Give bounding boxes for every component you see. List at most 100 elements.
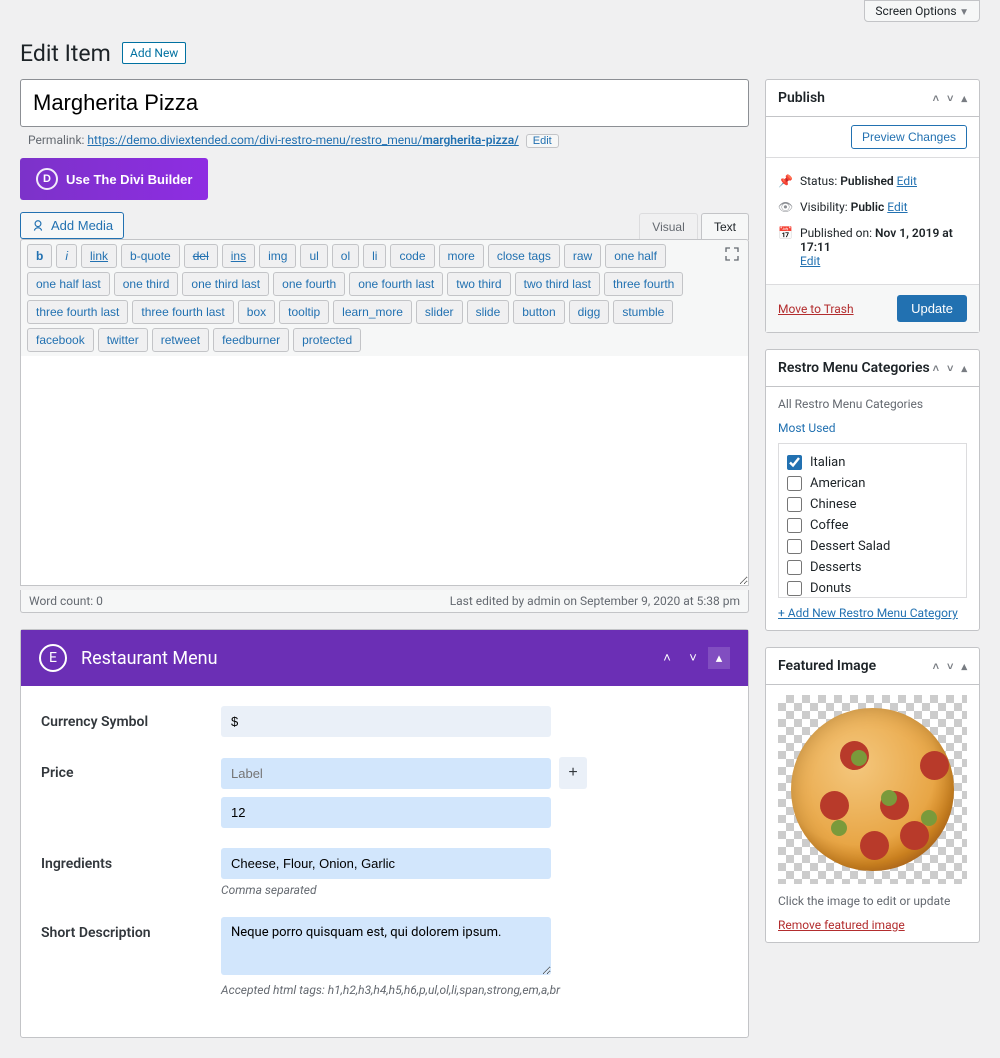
quicktag-ul[interactable]: ul (300, 244, 327, 268)
quicktag-one-fourth[interactable]: one fourth (273, 272, 345, 296)
content-editor[interactable] (20, 356, 749, 586)
chevron-up-icon[interactable]: ˄ (656, 647, 678, 669)
quicktag-twitter[interactable]: twitter (98, 328, 148, 352)
quicktag-more[interactable]: more (439, 244, 484, 268)
move-up-icon[interactable]: ˄ (933, 660, 939, 673)
add-media-button[interactable]: Add Media (20, 212, 124, 239)
category-item[interactable]: Desserts (787, 557, 958, 578)
quicktag-three-fourth-last[interactable]: three fourth last (27, 300, 128, 324)
post-title-input[interactable] (20, 79, 749, 127)
toggle-icon[interactable]: ▴ (961, 92, 967, 105)
quicktag-slider[interactable]: slider (416, 300, 463, 324)
page-title: Edit Item (20, 40, 111, 67)
quicktag-i[interactable]: i (56, 244, 77, 268)
ingredients-input[interactable] (221, 848, 551, 879)
media-icon (31, 219, 45, 233)
most-used-tab[interactable]: Most Used (778, 421, 836, 435)
quicktag-protected[interactable]: protected (293, 328, 361, 352)
quicktag-three-fourth-last[interactable]: three fourth last (132, 300, 233, 324)
ingredients-hint: Comma separated (221, 883, 728, 897)
quicktag-tooltip[interactable]: tooltip (279, 300, 329, 324)
toggle-icon[interactable]: ▴ (961, 362, 967, 375)
move-down-icon[interactable]: ˅ (947, 92, 953, 105)
category-item[interactable]: Italian (787, 452, 958, 473)
edit-visibility-link[interactable]: Edit (887, 200, 907, 214)
edit-status-link[interactable]: Edit (897, 174, 917, 188)
toggle-collapse-icon[interactable]: ▴ (708, 647, 730, 669)
quicktag-li[interactable]: li (363, 244, 386, 268)
quicktag-digg[interactable]: digg (569, 300, 610, 324)
add-category-link[interactable]: + Add New Restro Menu Category (778, 606, 967, 620)
add-price-row-button[interactable]: + (559, 757, 587, 789)
quicktag-one-third-last[interactable]: one third last (182, 272, 269, 296)
trash-link[interactable]: Move to Trash (778, 302, 854, 316)
category-checkbox[interactable] (787, 455, 802, 470)
category-item[interactable]: American (787, 473, 958, 494)
category-checkbox[interactable] (787, 476, 802, 491)
move-down-icon[interactable]: ˅ (947, 362, 953, 375)
visual-tab[interactable]: Visual (639, 213, 697, 240)
quicktag-one-half-last[interactable]: one half last (27, 272, 110, 296)
screen-options-button[interactable]: Screen Options (864, 0, 980, 22)
preview-changes-button[interactable]: Preview Changes (851, 125, 967, 149)
permalink-link[interactable]: https://demo.diviextended.com/divi-restr… (87, 133, 518, 147)
update-button[interactable]: Update (897, 295, 967, 322)
category-item[interactable]: Chinese (787, 494, 958, 515)
publish-metabox: Publish ˄ ˅ ▴ Preview Changes 📌 Status: … (765, 79, 980, 333)
price-value-input[interactable] (221, 797, 551, 828)
category-item[interactable]: Donuts (787, 578, 958, 598)
quicktag-facebook[interactable]: facebook (27, 328, 94, 352)
quicktag-box[interactable]: box (238, 300, 275, 324)
quicktag-feedburner[interactable]: feedburner (213, 328, 289, 352)
quicktag-stumble[interactable]: stumble (613, 300, 673, 324)
permalink-edit-button[interactable]: Edit (526, 134, 559, 148)
move-up-icon[interactable]: ˄ (933, 362, 939, 375)
quicktag-button[interactable]: button (513, 300, 564, 324)
quicktag-three-fourth[interactable]: three fourth (604, 272, 683, 296)
quicktag-one-fourth-last[interactable]: one fourth last (349, 272, 443, 296)
fullscreen-icon[interactable] (724, 246, 740, 266)
currency-input[interactable] (221, 706, 551, 737)
all-categories-tab[interactable]: All Restro Menu Categories (778, 397, 923, 411)
quicktag-b-quote[interactable]: b-quote (121, 244, 180, 268)
toggle-icon[interactable]: ▴ (961, 660, 967, 673)
category-checkbox[interactable] (787, 518, 802, 533)
edit-date-link[interactable]: Edit (800, 254, 820, 268)
divi-builder-button[interactable]: D Use The Divi Builder (20, 158, 208, 200)
pin-icon: 📌 (778, 174, 792, 188)
featured-image-thumbnail[interactable] (778, 695, 967, 884)
category-item[interactable]: Dessert Salad (787, 536, 958, 557)
category-checkbox[interactable] (787, 539, 802, 554)
price-label-input[interactable] (221, 758, 551, 789)
quicktag-raw[interactable]: raw (564, 244, 601, 268)
category-item[interactable]: Coffee (787, 515, 958, 536)
quicktag-two-third-last[interactable]: two third last (515, 272, 600, 296)
remove-featured-link[interactable]: Remove featured image (778, 918, 967, 932)
move-up-icon[interactable]: ˄ (933, 92, 939, 105)
quicktag-b[interactable]: b (27, 244, 52, 268)
category-label: Donuts (810, 581, 851, 596)
category-checkbox[interactable] (787, 581, 802, 596)
quicktag-one-half[interactable]: one half (605, 244, 666, 268)
quicktag-del[interactable]: del (184, 244, 218, 268)
quicktag-code[interactable]: code (390, 244, 434, 268)
quicktag-one-third[interactable]: one third (114, 272, 179, 296)
category-label: Desserts (810, 560, 861, 575)
move-down-icon[interactable]: ˅ (947, 660, 953, 673)
description-input[interactable]: Neque porro quisquam est, qui dolorem ip… (221, 917, 551, 975)
text-tab[interactable]: Text (701, 213, 749, 240)
chevron-down-icon[interactable]: ˅ (682, 647, 704, 669)
quicktag-img[interactable]: img (259, 244, 296, 268)
quicktag-slide[interactable]: slide (467, 300, 510, 324)
quicktag-retweet[interactable]: retweet (152, 328, 209, 352)
category-checkbox[interactable] (787, 560, 802, 575)
category-checkbox[interactable] (787, 497, 802, 512)
quicktag-link[interactable]: link (81, 244, 117, 268)
panel-title: Restaurant Menu (81, 648, 218, 669)
quicktag-two-third[interactable]: two third (447, 272, 510, 296)
quicktag-ins[interactable]: ins (222, 244, 255, 268)
quicktag-ol[interactable]: ol (332, 244, 359, 268)
quicktag-learn_more[interactable]: learn_more (333, 300, 412, 324)
add-new-button[interactable]: Add New (122, 42, 186, 64)
quicktag-close-tags[interactable]: close tags (488, 244, 560, 268)
